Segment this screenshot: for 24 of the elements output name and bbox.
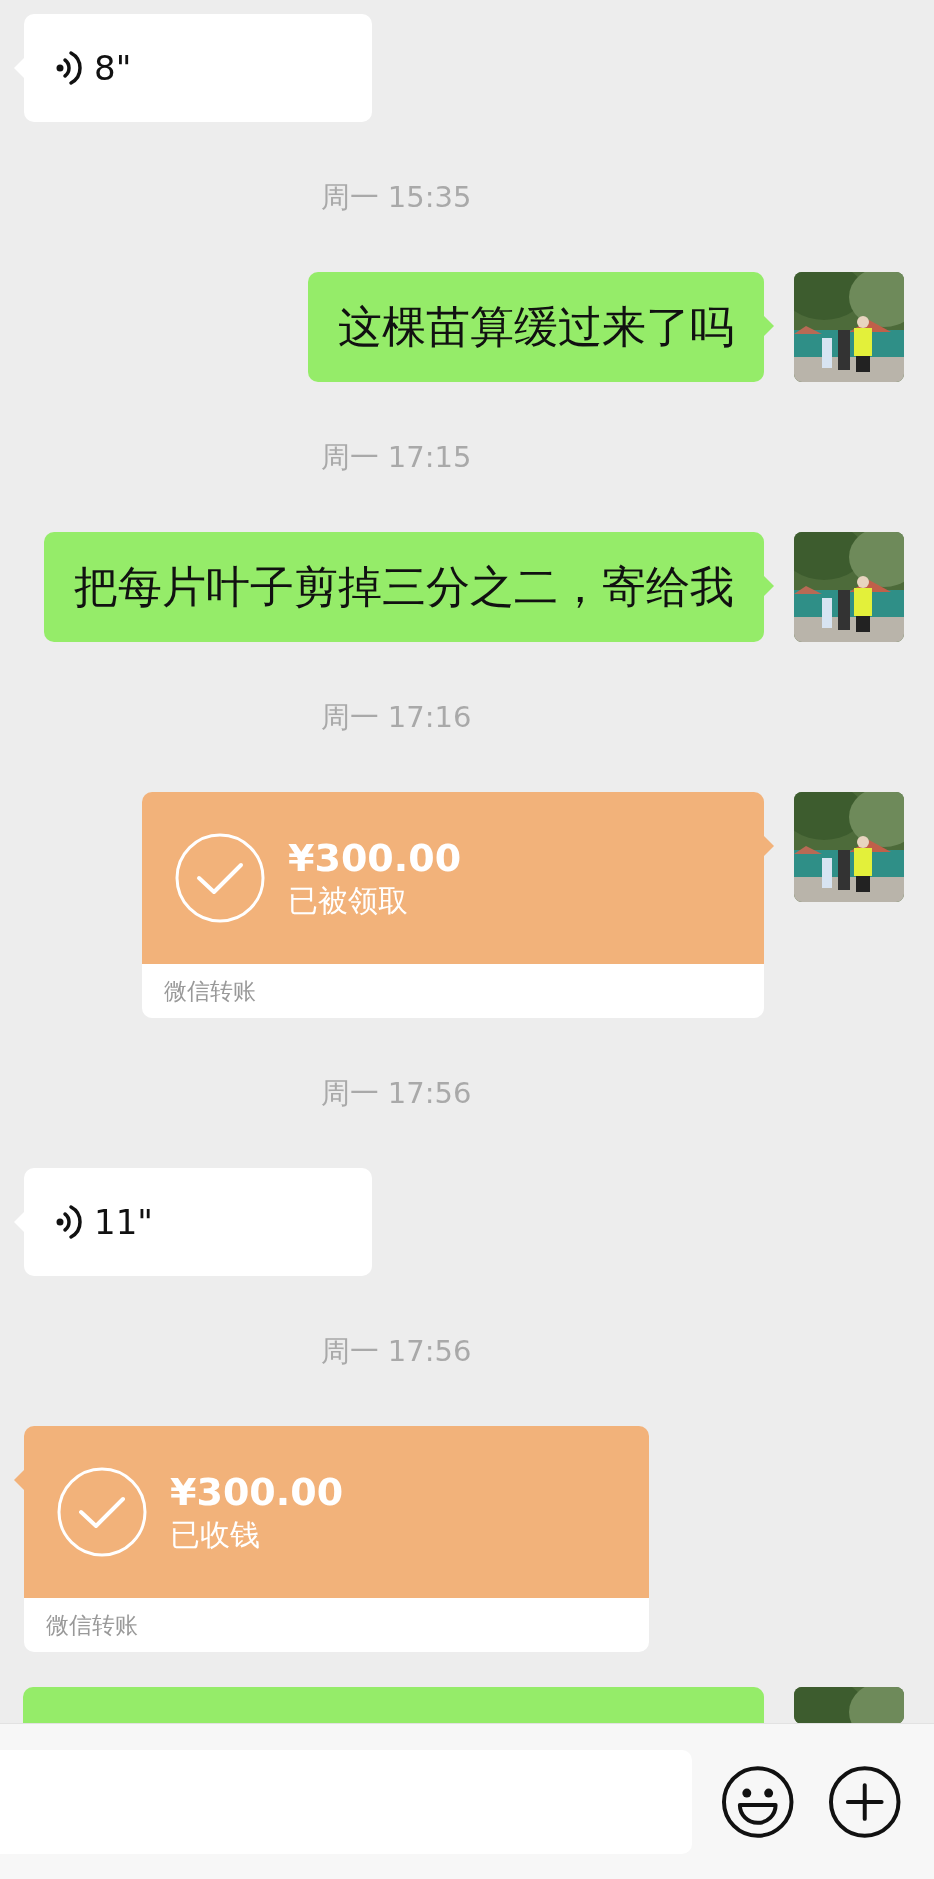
timestamp: 周一 17:15 — [320, 439, 472, 476]
check-circle-icon — [56, 1466, 148, 1558]
voice-icon — [56, 49, 82, 87]
plus-icon[interactable] — [827, 1764, 901, 1839]
transfer-label: 微信转账 — [164, 976, 256, 1006]
bubble-tail — [764, 836, 774, 856]
bubble-tail — [764, 576, 774, 596]
timestamp: 周一 15:35 — [320, 179, 472, 216]
message-bubble: 把每片叶子剪掉三分之二，寄给我 — [44, 532, 764, 642]
transfer-status: 已收钱 — [170, 1516, 261, 1554]
timestamp: 周一 17:16 — [320, 699, 472, 736]
voice-message-bubble[interactable]: 8" — [24, 14, 372, 122]
transfer-status: 已被领取 — [288, 882, 409, 920]
voice-message-bubble[interactable]: 11" — [24, 1168, 372, 1276]
transfer-amount: ¥300.00 — [288, 835, 462, 881]
message-bubble: 这棵苗算缓过来了吗 — [308, 272, 764, 382]
check-circle-icon — [174, 832, 266, 924]
timestamp: 周一 17:56 — [320, 1333, 472, 1370]
transfer-label: 微信转账 — [46, 1610, 138, 1640]
timestamp: 周一 17:56 — [320, 1075, 472, 1112]
transfer-amount: ¥300.00 — [170, 1469, 344, 1515]
emoji-icon[interactable] — [721, 1764, 795, 1839]
bubble-tail — [764, 316, 774, 336]
voice-icon — [56, 1203, 82, 1241]
